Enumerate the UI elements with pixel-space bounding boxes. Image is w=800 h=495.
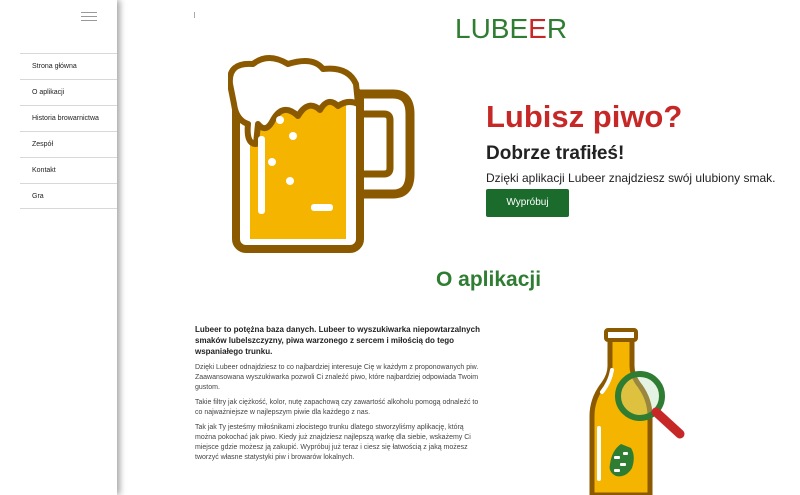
hero-subtitle: Dobrze trafiłeś! [486,143,625,164]
sidebar-nav: Strona główna O aplikacji Historia browa… [20,53,117,209]
hero-text: Dzięki aplikacji Lubeer znajdziesz swój … [486,171,776,185]
section-title-about: O aplikacji [436,268,542,291]
logo-accent-letter: E [528,13,547,44]
sidebar-item-history[interactable]: Historia browarnictwa [20,105,117,131]
logo[interactable]: LUBEER [455,14,567,44]
beer-mug-icon [228,55,415,253]
sidebar-item-home[interactable]: Strona główna [20,53,117,79]
hamburger-icon[interactable] [81,12,97,22]
divider-tick [194,12,195,18]
logo-text-end: R [546,13,568,44]
sidebar: Strona główna O aplikacji Historia browa… [0,0,117,495]
sidebar-item-contact[interactable]: Kontakt [20,157,117,183]
about-paragraph-1: Dzięki Lubeer odnajdziesz to co najbardz… [195,364,479,391]
sidebar-item-game[interactable]: Gra [20,183,117,209]
sidebar-item-team[interactable]: Zespół [20,131,117,157]
logo-text-main: LUBE [455,13,529,44]
try-button[interactable]: Wypróbuj [486,189,569,217]
beer-bottle-search-icon [589,328,685,495]
hero-title: Lubisz piwo? [486,99,683,134]
sidebar-item-about[interactable]: O aplikacji [20,79,117,105]
about-lead: Lubeer to potężna baza danych. Lubeer to… [195,325,480,356]
about-paragraph-2: Takie filtry jak ciężkość, kolor, nutę z… [195,399,479,416]
about-paragraph-3: Tak jak Ty jesteśmy miłośnikami złociste… [195,424,471,461]
